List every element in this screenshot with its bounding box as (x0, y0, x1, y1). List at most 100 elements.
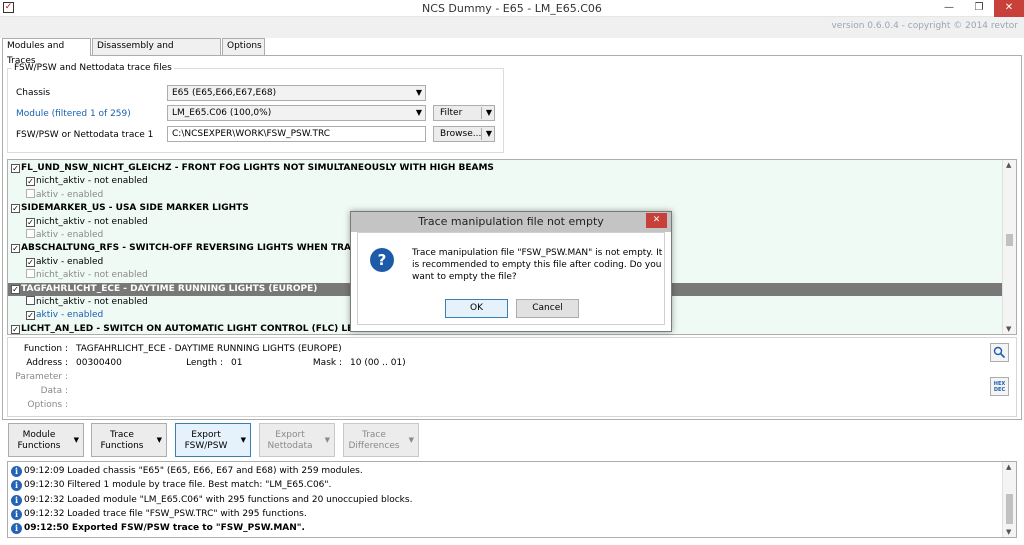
checkbox[interactable]: ✓ (11, 324, 20, 334)
checkbox[interactable]: ✓ (11, 204, 20, 214)
trace-file-input[interactable]: C:\NCSEXPER\WORK\FSW_PSW.TRC (167, 126, 426, 142)
header-bar: version 0.6.0.4 - copyright © 2014 revto… (0, 17, 1024, 38)
function-row[interactable]: ✓ FL_UND_NSW_NICHT_GLEICHZ - FRONT FOG LI… (8, 162, 1003, 175)
function-row-label: TAGFAHRLICHT_ECE - DAYTIME RUNNING LIGHT… (21, 283, 318, 294)
action-button-export-nettodata[interactable]: Export Nettodata ▼ (259, 423, 335, 457)
scrollbar-thumb[interactable] (1006, 234, 1013, 246)
action-button-trace-differences[interactable]: Trace Differences ▼ (343, 423, 419, 457)
tab-disassembly-and-checksums[interactable]: Disassembly and Checksums (92, 38, 221, 66)
info-icon: i (11, 523, 22, 535)
scroll-up-icon[interactable]: ▲ (1006, 161, 1011, 169)
question-icon: ? (370, 248, 394, 272)
log-message: Loaded chassis "E65" (E65, E66, E67 and … (67, 466, 363, 476)
action-button-trace-functions[interactable]: Trace Functions ▼ (91, 423, 167, 457)
checkbox[interactable] (26, 229, 35, 238)
checkbox[interactable] (26, 296, 35, 305)
action-button-label-line2: Functions (100, 441, 144, 451)
module-select-value: LM_E65.C06 (100,0%) (172, 108, 272, 118)
checkbox[interactable]: ✓ (26, 257, 35, 267)
checkbox[interactable]: ✓ (11, 244, 20, 254)
log-time: 09:12:32 (24, 494, 65, 505)
chevron-down-icon: ▼ (415, 108, 422, 117)
dialog-body: ? Trace manipulation file "FSW_PSW.MAN" … (357, 232, 665, 325)
trace-file-label: FSW/PSW or Nettodata trace 1 (16, 130, 154, 140)
log-scrollbar[interactable]: ▲ ▼ (1002, 462, 1016, 537)
log-time: 09:12:09 (24, 466, 65, 476)
log-list[interactable]: i 09:12:09 Loaded chassis "E65" (E65, E66… (7, 461, 1017, 538)
action-button-label-line2: Nettodata (267, 441, 313, 451)
tab-modules-and-traces[interactable]: Modules and Traces (2, 38, 91, 66)
action-button-label-line1: Module (22, 430, 56, 440)
mask-label: Mask : (312, 358, 342, 368)
filter-button-label: Filter (440, 108, 463, 118)
info-icon: i (11, 466, 22, 477)
hex-dec-toggle-button[interactable]: HEX DEC (990, 377, 1009, 396)
title-bar: ✓ NCS Dummy - E65 - LM_E65.C06 — ❐ ✕ (0, 0, 1024, 17)
function-details-panel: Function : TAGFAHRLICHT_ECE - DAYTIME RU… (7, 337, 1017, 417)
log-row: i 09:12:32 Loaded trace file "FSW_PSW.TRC… (11, 507, 1001, 521)
search-icon[interactable] (990, 343, 1009, 362)
cancel-button[interactable]: Cancel (516, 299, 579, 318)
option-row-label: aktiv - enabled (36, 189, 104, 200)
chassis-label: Chassis (16, 88, 51, 98)
version-label: version 0.6.0.4 - copyright © 2014 revto… (831, 21, 1018, 31)
length-value: 01 (231, 358, 243, 368)
function-label: Function : (23, 344, 68, 354)
log-message: Loaded trace file "FSW_PSW.TRC" with 295… (67, 508, 307, 519)
chevron-down-icon: ▼ (73, 436, 79, 444)
scroll-up-icon[interactable]: ▲ (1006, 463, 1011, 471)
chevron-down-icon: ▼ (485, 108, 492, 117)
tab-options[interactable]: Options (222, 38, 265, 55)
ok-button[interactable]: OK (445, 299, 508, 318)
option-row[interactable]: ✓ nicht_aktiv - not enabled (8, 175, 1003, 188)
minimize-button[interactable]: — (936, 0, 962, 17)
window-title: NCS Dummy - E65 - LM_E65.C06 (422, 2, 602, 15)
module-label: Module (filtered 1 of 259) (16, 109, 131, 119)
action-button-export-fswpsw[interactable]: Export FSW/PSW ▼ (175, 423, 251, 457)
chassis-select[interactable]: E65 (E65,E66,E67,E68) ▼ (167, 85, 426, 101)
chevron-down-icon: ▼ (408, 436, 414, 444)
action-button-label-line1: Export (275, 430, 305, 440)
options-label: Options : (27, 400, 68, 410)
data-label: Data : (40, 386, 68, 396)
chevron-down-icon: ▼ (240, 436, 246, 444)
maximize-button[interactable]: ❐ (966, 0, 992, 17)
function-list-scrollbar[interactable]: ▲ ▼ (1002, 160, 1016, 334)
option-row-label: nicht_aktiv - not enabled (36, 176, 148, 187)
close-window-button[interactable]: ✕ (994, 0, 1024, 17)
filter-button[interactable]: Filter ▼ (433, 105, 495, 121)
log-row: i 09:12:09 Loaded chassis "E65" (E65, E66… (11, 464, 1001, 478)
log-time: 09:12:32 (24, 508, 65, 519)
info-icon: i (11, 480, 22, 492)
browse-button[interactable]: Browse... ▼ (433, 126, 495, 142)
checkbox[interactable]: ✓ (26, 311, 35, 321)
scrollbar-thumb[interactable] (1006, 494, 1013, 524)
scroll-down-icon[interactable]: ▼ (1006, 325, 1011, 333)
dialog-close-button[interactable]: ✕ (646, 213, 667, 228)
button-separator (481, 107, 482, 119)
option-row-label: aktiv - enabled (36, 310, 104, 321)
checkbox[interactable] (26, 188, 35, 198)
checkbox[interactable]: ✓ (11, 284, 20, 294)
address-value: 00300400 (76, 358, 122, 368)
info-icon: i (11, 508, 22, 520)
checkbox[interactable]: ✓ (26, 177, 35, 187)
scroll-down-icon[interactable]: ▼ (1006, 528, 1011, 536)
checkbox[interactable] (26, 269, 35, 279)
action-button-module-functions[interactable]: Module Functions ▼ (8, 423, 84, 457)
info-icon: i (11, 494, 22, 506)
option-row-label: nicht_aktiv - not enabled (36, 270, 148, 281)
function-row-label: FL_UND_NSW_NICHT_GLEICHZ - FRONT FOG LIG… (21, 163, 494, 173)
chassis-select-value: E65 (E65,E66,E67,E68) (172, 88, 277, 98)
dialog-title: Trace manipulation file not empty (351, 212, 671, 232)
log-time: 09:12:30 (24, 480, 65, 491)
button-separator (481, 128, 482, 140)
option-row[interactable]: aktiv - enabled (8, 188, 1003, 202)
chevron-down-icon: ▼ (156, 436, 162, 444)
dec-label: DEC (993, 387, 1006, 393)
option-row-label: nicht_aktiv - not enabled (36, 216, 148, 227)
checkbox[interactable]: ✓ (11, 164, 20, 173)
checkbox[interactable]: ✓ (26, 217, 35, 227)
module-select[interactable]: LM_E65.C06 (100,0%) ▼ (167, 105, 426, 121)
option-row-label: aktiv - enabled (36, 230, 104, 240)
